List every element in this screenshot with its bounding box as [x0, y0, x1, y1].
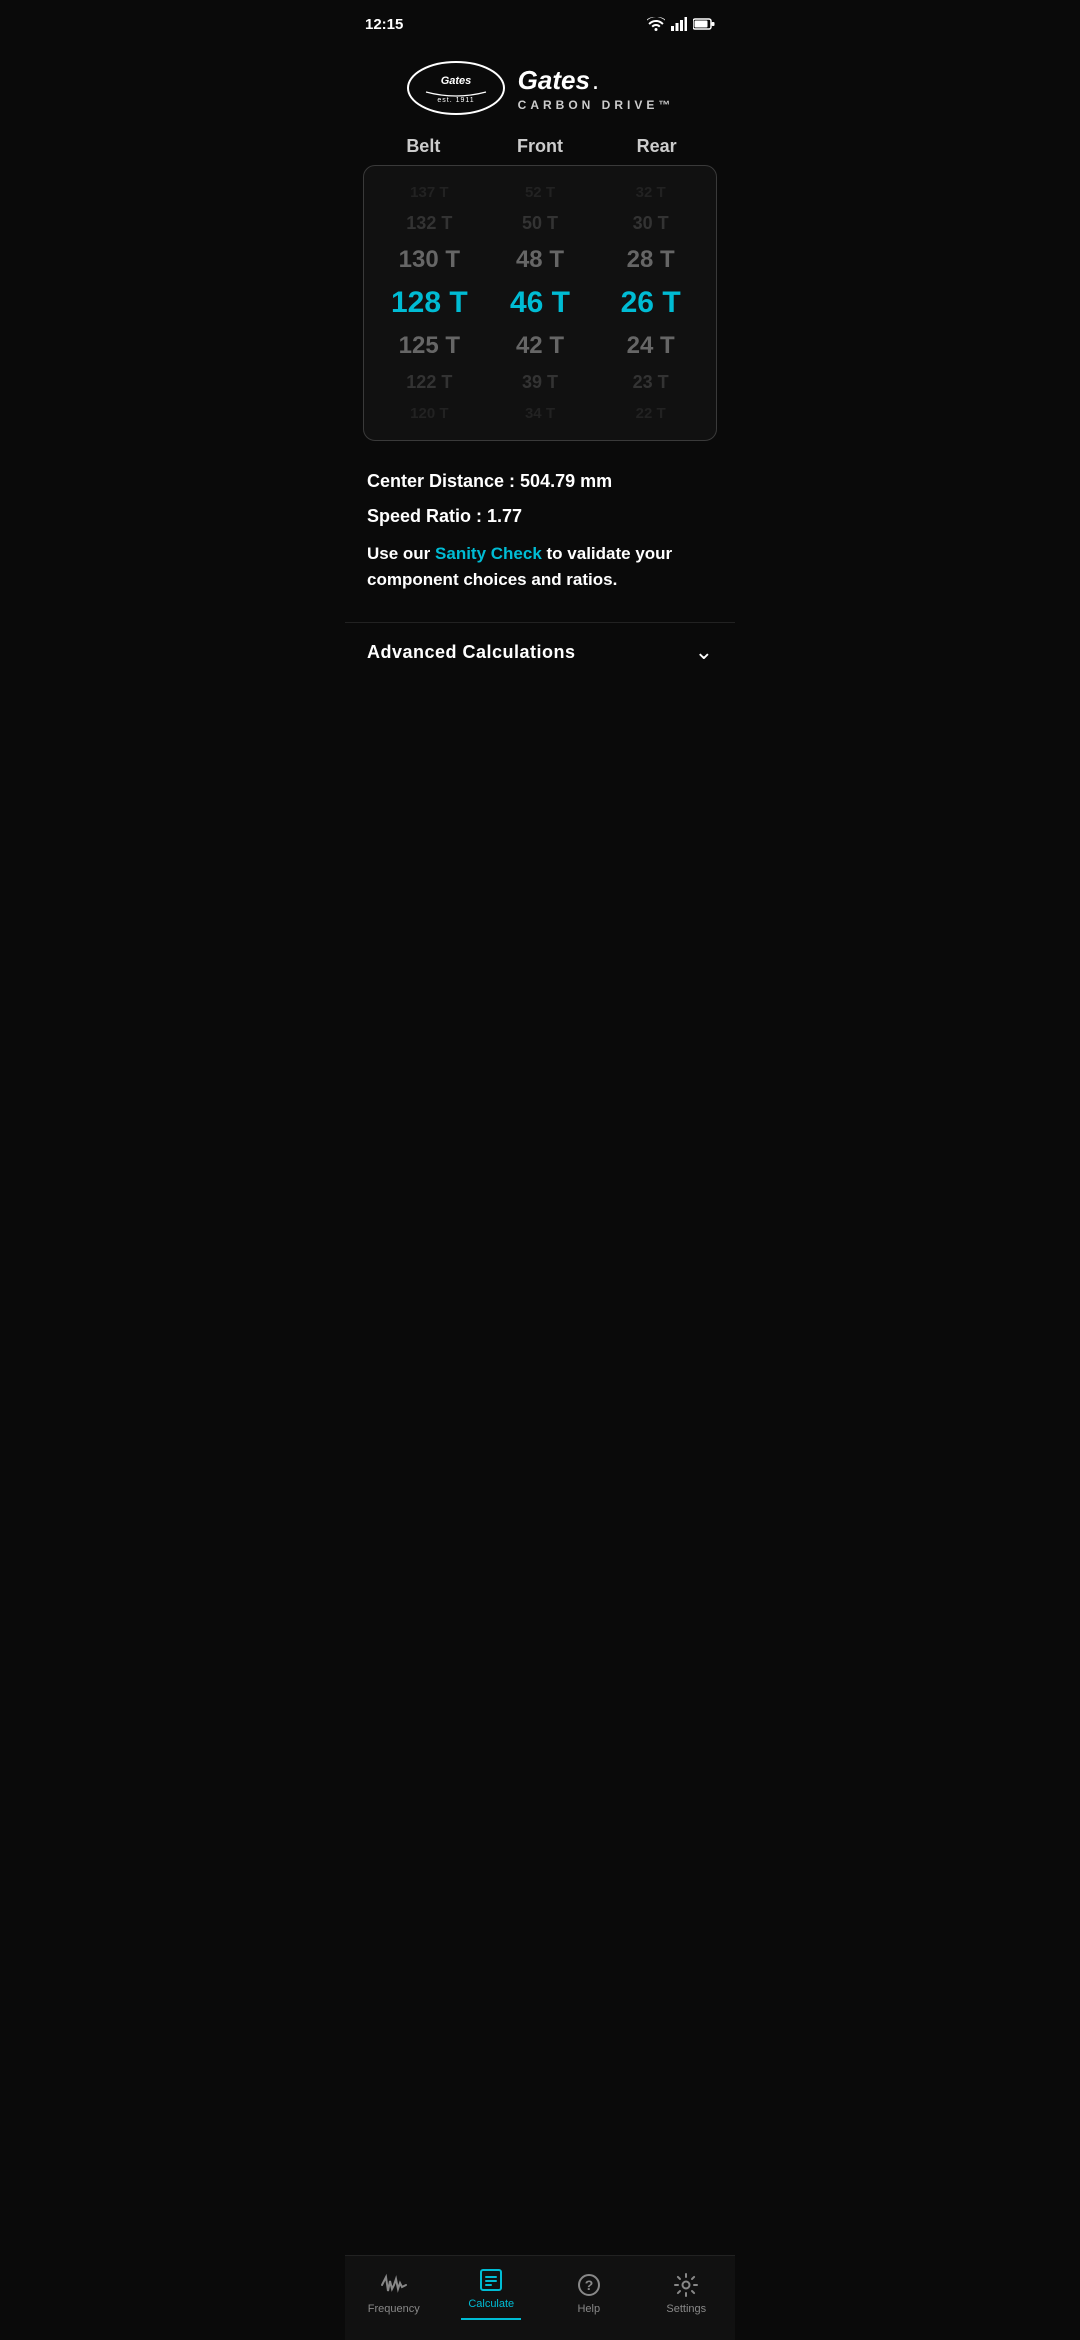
picker-cell-belt: 132 T: [375, 213, 485, 234]
picker-cell-belt: 137 T: [375, 184, 485, 201]
picker-cell-rear: 32 T: [596, 184, 706, 201]
svg-text:est. 1911: est. 1911: [437, 97, 474, 104]
speed-ratio: Speed Ratio : 1.77: [367, 506, 713, 527]
center-distance: Center Distance : 504.79 mm: [367, 471, 713, 492]
picker-cell-front: 52 T: [485, 184, 595, 201]
picker-cell-front: 46 T: [485, 286, 595, 320]
picker-cell-belt: 130 T: [375, 246, 485, 274]
picker-row[interactable]: 132 T50 T30 T: [364, 207, 716, 240]
nav-active-underline: [461, 2318, 521, 2320]
logo-container: Gates est. 1911 Gates . CARBON DRIVE™: [406, 60, 675, 116]
picker-cell-rear: 22 T: [596, 405, 706, 422]
picker-rows[interactable]: 137 T52 T32 T132 T50 T30 T130 T48 T28 T1…: [364, 178, 716, 428]
picker-row[interactable]: 122 T39 T23 T: [364, 366, 716, 399]
picker-cell-rear: 28 T: [596, 246, 706, 274]
help-icon: ?: [575, 2271, 603, 2299]
frequency-icon: [380, 2271, 408, 2299]
sanity-text-before: Use our: [367, 544, 435, 563]
wifi-icon: [647, 17, 665, 31]
chevron-down-icon: ⌄: [695, 639, 713, 665]
settings-icon: [672, 2271, 700, 2299]
picker-row[interactable]: 125 T42 T24 T: [364, 326, 716, 366]
picker-cell-rear: 26 T: [596, 286, 706, 320]
column-headers: Belt Front Rear: [345, 136, 735, 165]
picker-cell-front: 34 T: [485, 405, 595, 422]
picker-row[interactable]: 137 T52 T32 T: [364, 178, 716, 207]
picker-container[interactable]: 137 T52 T32 T132 T50 T30 T130 T48 T28 T1…: [363, 165, 717, 441]
nav-item-settings[interactable]: Settings: [638, 2271, 736, 2315]
logo-text: Gates . CARBON DRIVE™: [518, 65, 675, 112]
nav-item-calculate[interactable]: Calculate: [443, 2266, 541, 2320]
svg-text:?: ?: [584, 2277, 593, 2293]
belt-header: Belt: [366, 136, 482, 157]
picker-cell-rear: 30 T: [596, 213, 706, 234]
picker-cell-belt: 125 T: [375, 332, 485, 360]
nav-label-calculate: Calculate: [468, 2298, 514, 2310]
logo-area: Gates est. 1911 Gates . CARBON DRIVE™: [345, 44, 735, 136]
picker-cell-front: 50 T: [485, 213, 595, 234]
status-time: 12:15: [365, 16, 403, 33]
nav-item-frequency[interactable]: Frequency: [345, 2271, 443, 2315]
rear-header: Rear: [599, 136, 715, 157]
nav-label-frequency: Frequency: [368, 2303, 420, 2315]
advanced-calculations-row[interactable]: Advanced Calculations ⌄: [345, 622, 735, 681]
calculate-icon: [477, 2266, 505, 2294]
nav-item-help[interactable]: ? Help: [540, 2271, 638, 2315]
nav-label-help: Help: [577, 2303, 600, 2315]
gates-oval-logo: Gates est. 1911: [406, 60, 506, 116]
sanity-check-link[interactable]: Sanity Check: [435, 544, 542, 563]
info-section: Center Distance : 504.79 mm Speed Ratio …: [345, 461, 735, 622]
picker-cell-front: 39 T: [485, 372, 595, 393]
picker-cell-front: 48 T: [485, 246, 595, 274]
picker-cell-front: 42 T: [485, 332, 595, 360]
picker-row[interactable]: 120 T34 T22 T: [364, 399, 716, 428]
bottom-nav: Frequency Calculate? Help Settings: [345, 2255, 735, 2340]
sanity-text[interactable]: Use our Sanity Check to validate your co…: [367, 541, 713, 592]
front-header: Front: [482, 136, 598, 157]
picker-cell-rear: 23 T: [596, 372, 706, 393]
battery-icon: [693, 18, 715, 30]
picker-row[interactable]: 128 T46 T26 T: [364, 280, 716, 326]
status-bar: 12:15: [345, 0, 735, 44]
picker-row[interactable]: 130 T48 T28 T: [364, 240, 716, 280]
status-icons: [647, 17, 715, 31]
advanced-label: Advanced Calculations: [367, 642, 576, 663]
nav-label-settings: Settings: [666, 2303, 706, 2315]
picker-cell-rear: 24 T: [596, 332, 706, 360]
picker-cell-belt: 122 T: [375, 372, 485, 393]
picker-cell-belt: 120 T: [375, 405, 485, 422]
picker-cell-belt: 128 T: [375, 286, 485, 320]
signal-icon: [671, 17, 687, 31]
svg-text:Gates: Gates: [440, 75, 471, 87]
carbon-drive-label: CARBON DRIVE™: [518, 98, 675, 112]
